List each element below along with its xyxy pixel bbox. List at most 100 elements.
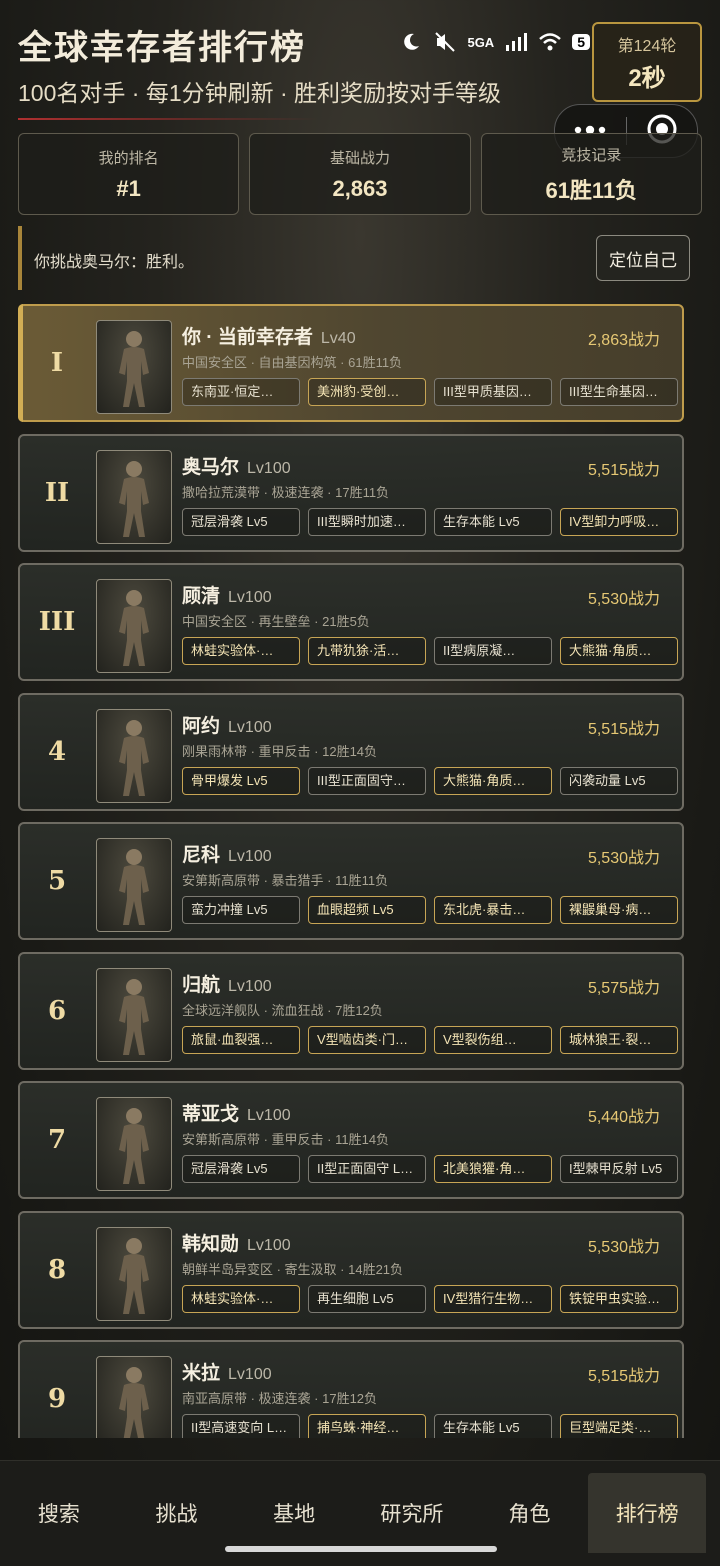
wifi-icon bbox=[538, 30, 562, 54]
gene-tag[interactable]: 闪袭动量 Lv5 bbox=[560, 766, 678, 795]
leaderboard-row[interactable]: II 奥马尔 Lv100 5,515战力 撒哈拉荒漠带 · 极速连袭 · 17胜11负冠… bbox=[18, 433, 684, 552]
gene-tag[interactable]: II型高速变向 L… bbox=[182, 1414, 300, 1438]
player-power: 5,530战力 bbox=[587, 1238, 660, 1256]
stat-value: 2,863 bbox=[332, 175, 388, 201]
player-name-text: 尼科 bbox=[182, 845, 221, 866]
page-subtitle: 100名对手 · 每1分钟刷新 · 胜利奖励按对手等级 bbox=[18, 80, 502, 106]
gene-tag[interactable]: 北美狼獾·角… bbox=[434, 1155, 552, 1183]
player-avatar bbox=[96, 967, 172, 1062]
leaderboard-row[interactable]: III 顾清 Lv100 5,530战力 中国安全区 · 再生壁垒 · 21胜5负 林蛙实… bbox=[18, 563, 684, 681]
nav-leaderboard[interactable]: 排行榜 bbox=[588, 1473, 707, 1553]
rank-number: 5 bbox=[47, 866, 67, 896]
home-indicator[interactable] bbox=[225, 1546, 497, 1552]
gene-tag[interactable]: 骨甲爆发 Lv5 bbox=[182, 766, 300, 795]
player-name: 尼科 Lv100 bbox=[182, 840, 272, 867]
player-avatar bbox=[96, 708, 172, 803]
gene-tag[interactable]: 大熊猫·角质… bbox=[434, 766, 552, 795]
leaderboard-row[interactable]: 9 米拉 Lv100 5,515战力 南亚高原带 · 极速连袭 · 17胜12负 II型高… bbox=[18, 1340, 684, 1438]
rank-number: 7 bbox=[47, 1125, 67, 1155]
gene-tag[interactable]: 铁锭甲虫实验… bbox=[560, 1284, 678, 1313]
gene-tag[interactable]: III型生命基因… bbox=[560, 378, 678, 406]
gene-tag[interactable]: 旅鼠·血裂强… bbox=[182, 1025, 300, 1054]
player-power: 5,440战力 bbox=[587, 1109, 660, 1126]
gene-tag[interactable]: 九带犰狳·活… bbox=[308, 637, 426, 665]
stat-record: 竞技记录 61胜11负 bbox=[480, 133, 702, 215]
gene-tag[interactable]: 蛮力冲撞 Lv5 bbox=[182, 896, 300, 924]
gene-tag[interactable]: II型病原凝… bbox=[434, 637, 552, 665]
leaderboard-row[interactable]: 7 蒂亚戈 Lv100 5,440战力 安第斯高原带 · 重甲反击 · 11胜14负 冠层… bbox=[18, 1081, 684, 1199]
gene-tag[interactable]: 大熊猫·角质… bbox=[560, 637, 678, 665]
gene-tag[interactable]: V型啮齿类·门… bbox=[308, 1025, 426, 1054]
gene-tag[interactable]: III型甲质基因… bbox=[434, 378, 552, 406]
round-timer: 2秒 bbox=[628, 64, 666, 92]
gene-tag[interactable]: II型正面固守 L… bbox=[308, 1155, 426, 1183]
gene-tag[interactable]: 血眼超频 Lv5 bbox=[308, 896, 426, 924]
rank-number: I bbox=[50, 348, 64, 378]
gene-tag[interactable]: 生存本能 Lv5 bbox=[434, 1414, 552, 1438]
player-level: Lv100 bbox=[228, 718, 272, 736]
nav-challenge[interactable]: 挑战 bbox=[118, 1473, 236, 1553]
stat-base-power: 基础战力 2,863 bbox=[249, 133, 471, 215]
player-level: Lv100 bbox=[228, 977, 272, 995]
gene-tag[interactable]: 冠层滑袭 Lv5 bbox=[182, 507, 300, 536]
gene-tag[interactable]: 美洲豹·受创… bbox=[308, 378, 426, 406]
leaderboard-list[interactable]: I 你 · 当前幸存者 Lv40 2,863战力 中国安全区 · 自由基因构筑 · 61… bbox=[0, 300, 720, 1438]
gene-tag[interactable]: 巨型端足类·… bbox=[560, 1414, 678, 1438]
nav-lab[interactable]: 研究所 bbox=[353, 1473, 471, 1553]
gene-tags: 东南亚·恒定… 美洲豹·受创… III型甲质基因… III型生命基因… bbox=[182, 378, 678, 406]
gene-tag[interactable]: III型瞬时加速… bbox=[308, 507, 426, 536]
rank-number: 6 bbox=[47, 995, 67, 1026]
gene-tag[interactable]: 再生细胞 Lv5 bbox=[308, 1284, 426, 1313]
gene-tag[interactable]: 林蛙实验体·… bbox=[182, 1284, 300, 1313]
leaderboard-row[interactable]: 6 归航 Lv100 5,575战力 全球远洋舰队 · 流血狂战 · 7胜12负 旅鼠·血… bbox=[18, 951, 684, 1070]
gene-tag[interactable]: 东南亚·恒定… bbox=[182, 378, 300, 406]
player-name: 归航 Lv100 bbox=[182, 970, 272, 997]
gene-tag[interactable]: 捕鸟蛛·神经… bbox=[308, 1414, 426, 1438]
stat-label: 竞技记录 bbox=[561, 146, 622, 164]
gene-tag[interactable]: III型正面固守… bbox=[308, 766, 426, 795]
player-power: 5,575战力 bbox=[587, 979, 660, 997]
gene-tag[interactable]: V型裂伤组… bbox=[434, 1025, 552, 1054]
nav-base[interactable]: 基地 bbox=[235, 1473, 353, 1553]
locate-self-button[interactable]: 定位自己 bbox=[596, 235, 690, 281]
player-level: Lv100 bbox=[228, 1366, 272, 1383]
leaderboard-row[interactable]: 5 尼科 Lv100 5,530战力 安第斯高原带 · 暴击猎手 · 11胜11负 蛮力冲… bbox=[18, 822, 684, 940]
player-name: 蒂亚戈 Lv100 bbox=[182, 1099, 291, 1126]
player-name-text: 奥马尔 bbox=[182, 456, 240, 478]
player-avatar bbox=[96, 579, 172, 673]
player-name: 奥马尔 Lv100 bbox=[182, 452, 291, 479]
round-label: 第124轮 bbox=[617, 37, 677, 55]
nav-search[interactable]: 搜索 bbox=[0, 1473, 118, 1553]
message-accent-bar bbox=[18, 226, 22, 290]
leaderboard-row-self[interactable]: I 你 · 当前幸存者 Lv40 2,863战力 中国安全区 · 自由基因构筑 · 61… bbox=[18, 304, 684, 422]
gene-tag[interactable]: 冠层滑袭 Lv5 bbox=[182, 1155, 300, 1183]
rank-number: 4 bbox=[47, 736, 67, 767]
gene-tag[interactable]: IV型猎行生物… bbox=[434, 1284, 552, 1313]
stat-my-rank: 我的排名 #1 bbox=[18, 133, 240, 215]
leaderboard-row[interactable]: 4 阿约 Lv100 5,515战力 刚果雨林带 · 重甲反击 · 12胜14负 骨甲爆发… bbox=[18, 692, 684, 811]
gene-tag[interactable]: 东北虎·暴击… bbox=[434, 896, 552, 924]
message-text: 你挑战奥马尔：胜利。 bbox=[34, 254, 195, 271]
player-name-text: 米拉 bbox=[182, 1363, 221, 1384]
battery-icon: 5 bbox=[572, 34, 590, 50]
gene-tags: 旅鼠·血裂强… V型啮齿类·门… V型裂伤组… 城林狼王·裂… bbox=[182, 1025, 678, 1054]
gene-tags: 林蛙实验体·… 九带犰狳·活… II型病原凝… 大熊猫·角质… bbox=[182, 637, 678, 665]
gene-tag[interactable]: I型棘甲反射 Lv5 bbox=[560, 1155, 678, 1183]
gene-tag[interactable]: IV型卸力呼吸… bbox=[560, 507, 678, 536]
nav-character[interactable]: 角色 bbox=[471, 1473, 589, 1553]
player-name: 韩知勋 Lv100 bbox=[182, 1229, 291, 1256]
player-power: 5,530战力 bbox=[587, 591, 660, 608]
player-meta: 中国安全区 · 再生壁垒 · 21胜5负 bbox=[182, 614, 370, 629]
leaderboard-row[interactable]: 8 韩知勋 Lv100 5,530战力朝鲜半岛异变区 · 寄生汲取 · 14胜21负林… bbox=[18, 1210, 684, 1329]
gene-tag[interactable]: 林蛙实验体·… bbox=[182, 637, 300, 665]
player-level: Lv100 bbox=[247, 1236, 291, 1254]
rank-number: 8 bbox=[47, 1254, 67, 1285]
gene-tag[interactable]: 生存本能 Lv5 bbox=[434, 507, 552, 536]
player-name: 阿约 Lv100 bbox=[182, 711, 272, 738]
player-meta: 朝鲜半岛异变区 · 寄生汲取 · 14胜21负 bbox=[182, 1261, 404, 1277]
status-bar: 5GA 5 bbox=[399, 30, 590, 54]
player-meta: 中国安全区 · 自由基因构筑 · 61胜11负 bbox=[182, 355, 403, 370]
gene-tag[interactable]: 裸鼹巢母·病… bbox=[560, 896, 678, 924]
gene-tag[interactable]: 城林狼王·裂… bbox=[560, 1025, 678, 1054]
player-level: Lv40 bbox=[320, 330, 356, 347]
